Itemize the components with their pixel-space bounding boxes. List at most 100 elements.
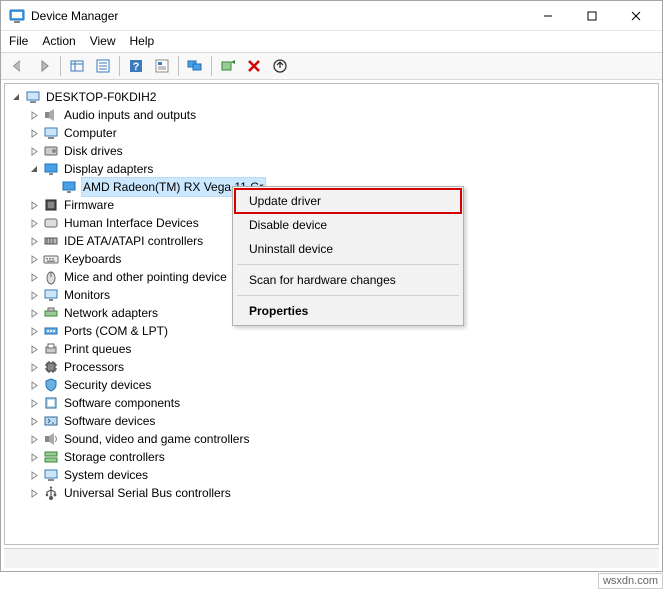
delete-button[interactable] — [242, 55, 266, 77]
expand-icon[interactable] — [27, 414, 41, 428]
sysdev-icon — [43, 467, 59, 483]
expand-icon[interactable] — [27, 216, 41, 230]
expand-icon[interactable] — [27, 432, 41, 446]
network-icon — [43, 305, 59, 321]
context-menu-item-scan-for-hardware-changes[interactable]: Scan for hardware changes — [235, 268, 461, 292]
expand-icon[interactable] — [27, 396, 41, 410]
expand-icon[interactable] — [27, 252, 41, 266]
expand-icon[interactable] — [27, 378, 41, 392]
tree-category-sysdev[interactable]: System devices — [7, 466, 656, 484]
node-label: Network adapters — [62, 304, 160, 322]
context-menu-separator — [237, 295, 459, 296]
disk-icon — [43, 143, 59, 159]
tree-category-swcomp[interactable]: Software components — [7, 394, 656, 412]
expand-icon[interactable] — [27, 234, 41, 248]
menu-action[interactable]: Action — [42, 34, 75, 48]
node-label: Software devices — [62, 412, 157, 430]
port-icon — [43, 323, 59, 339]
details-button[interactable] — [150, 55, 174, 77]
expand-icon[interactable] — [27, 108, 41, 122]
node-label: Keyboards — [62, 250, 123, 268]
expand-icon[interactable] — [27, 198, 41, 212]
scan-button[interactable] — [216, 55, 240, 77]
menu-help[interactable]: Help — [130, 34, 155, 48]
toolbar: ? — [1, 52, 662, 80]
expand-icon[interactable] — [27, 270, 41, 284]
node-label: System devices — [62, 466, 150, 484]
tree-category-audio[interactable]: Audio inputs and outputs — [7, 106, 656, 124]
collapse-icon[interactable] — [27, 162, 41, 176]
close-button[interactable] — [614, 2, 658, 30]
tree-category-sound[interactable]: Sound, video and game controllers — [7, 430, 656, 448]
context-menu-item-update-driver[interactable]: Update driver — [235, 189, 461, 213]
context-menu-item-uninstall-device[interactable]: Uninstall device — [235, 237, 461, 261]
maximize-button[interactable] — [570, 2, 614, 30]
window-controls — [526, 2, 658, 30]
node-label: Storage controllers — [62, 448, 167, 466]
svg-text:?: ? — [133, 61, 140, 73]
expand-icon[interactable] — [27, 126, 41, 140]
context-menu: Update driverDisable deviceUninstall dev… — [232, 186, 464, 326]
expand-icon[interactable] — [27, 486, 41, 500]
monitors-button[interactable] — [183, 55, 207, 77]
node-label: Human Interface Devices — [62, 214, 201, 232]
menubar: File Action View Help — [1, 31, 662, 52]
forward-button[interactable] — [32, 55, 56, 77]
mouse-icon — [43, 269, 59, 285]
node-label: DESKTOP-F0KDIH2 — [44, 88, 158, 106]
window-title: Device Manager — [31, 9, 118, 23]
tree-root[interactable]: DESKTOP-F0KDIH2 — [7, 88, 656, 106]
storage-icon — [43, 449, 59, 465]
node-label: Universal Serial Bus controllers — [62, 484, 233, 502]
node-label: Firmware — [62, 196, 116, 214]
expand-icon[interactable] — [27, 360, 41, 374]
expand-icon[interactable] — [27, 288, 41, 302]
back-button[interactable] — [6, 55, 30, 77]
tree-category-security[interactable]: Security devices — [7, 376, 656, 394]
node-label: Print queues — [62, 340, 133, 358]
tree-category-usb[interactable]: Universal Serial Bus controllers — [7, 484, 656, 502]
help-button[interactable]: ? — [124, 55, 148, 77]
computer-icon — [43, 125, 59, 141]
computerRoot-icon — [25, 89, 41, 105]
expand-icon[interactable] — [27, 306, 41, 320]
tree-category-swdev[interactable]: Software devices — [7, 412, 656, 430]
tree-category-storage[interactable]: Storage controllers — [7, 448, 656, 466]
node-label: Processors — [62, 358, 126, 376]
collapse-icon[interactable] — [9, 90, 23, 104]
tree-category-printq[interactable]: Print queues — [7, 340, 656, 358]
titlebar[interactable]: Device Manager — [1, 1, 662, 31]
node-label: Ports (COM & LPT) — [62, 322, 170, 340]
menu-view[interactable]: View — [90, 34, 116, 48]
security-icon — [43, 377, 59, 393]
audio-icon — [43, 107, 59, 123]
context-menu-item-properties[interactable]: Properties — [235, 299, 461, 323]
hid-icon — [43, 215, 59, 231]
expand-icon[interactable] — [27, 450, 41, 464]
tree-category-display[interactable]: Display adapters — [7, 160, 656, 178]
swdev-icon — [43, 413, 59, 429]
expand-icon[interactable] — [27, 324, 41, 338]
context-menu-item-disable-device[interactable]: Disable device — [235, 213, 461, 237]
minimize-button[interactable] — [526, 2, 570, 30]
tree-category-disk[interactable]: Disk drives — [7, 142, 656, 160]
menu-file[interactable]: File — [9, 34, 28, 48]
show-hidden-button[interactable] — [65, 55, 89, 77]
monitor-icon — [43, 287, 59, 303]
usb-icon — [43, 485, 59, 501]
context-menu-separator — [237, 264, 459, 265]
tree-category-cpu[interactable]: Processors — [7, 358, 656, 376]
expand-icon[interactable] — [27, 342, 41, 356]
update-button[interactable] — [268, 55, 292, 77]
tree-category-computer[interactable]: Computer — [7, 124, 656, 142]
properties-button[interactable] — [91, 55, 115, 77]
node-label: Mice and other pointing device — [62, 268, 229, 286]
app-icon — [9, 8, 25, 24]
node-label: Audio inputs and outputs — [62, 106, 198, 124]
expand-icon[interactable] — [27, 144, 41, 158]
cpu-icon — [43, 359, 59, 375]
sound-icon — [43, 431, 59, 447]
expand-icon[interactable] — [27, 468, 41, 482]
statusbar — [4, 548, 659, 568]
node-label: Computer — [62, 124, 119, 142]
